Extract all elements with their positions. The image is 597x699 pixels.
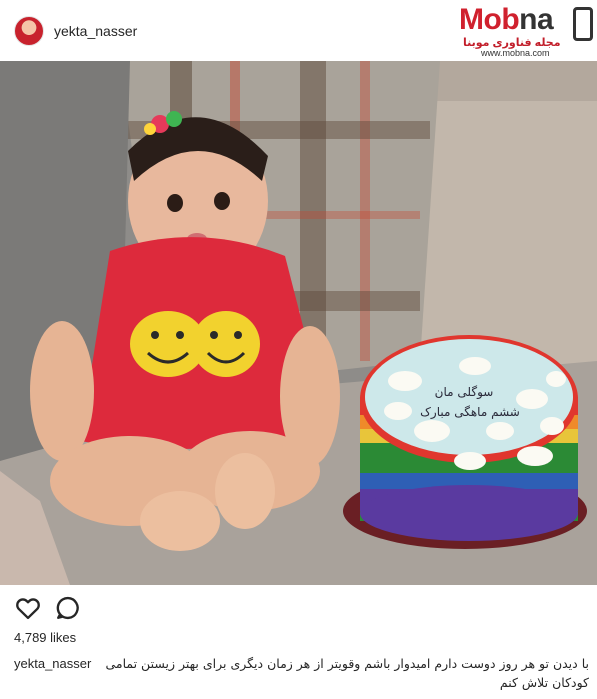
- watermark-url: www.mobna.com: [481, 48, 550, 58]
- post-photo[interactable]: سوگلی مان ششم ماهگی مبارک: [0, 61, 597, 585]
- post-actions: [0, 594, 597, 622]
- cake-inscription-line2: ششم ماهگی مبارک: [420, 405, 520, 420]
- post-header: yekta_nasser Mobna مجله فناوری موبنا www…: [0, 0, 597, 61]
- caption-username[interactable]: yekta_nasser: [14, 654, 91, 673]
- likes-count[interactable]: 4,789 likes: [14, 630, 76, 645]
- post-username[interactable]: yekta_nasser: [54, 23, 137, 39]
- heart-outline-icon[interactable]: [14, 594, 42, 622]
- phone-icon: [573, 7, 593, 41]
- comment-bubble-icon[interactable]: [54, 594, 82, 622]
- post-caption: yekta_nasser با دیدن تو هر روز دوست دارم…: [14, 654, 589, 692]
- caption-text: با دیدن تو هر روز دوست دارم امیدوار باشم…: [105, 656, 589, 690]
- cake-inscription-line1: سوگلی مان: [435, 385, 494, 400]
- watermark-brand: Mobna: [459, 3, 554, 36]
- avatar[interactable]: [14, 16, 44, 46]
- mobna-watermark-logo: Mobna مجله فناوری موبنا www.mobna.com: [459, 3, 593, 59]
